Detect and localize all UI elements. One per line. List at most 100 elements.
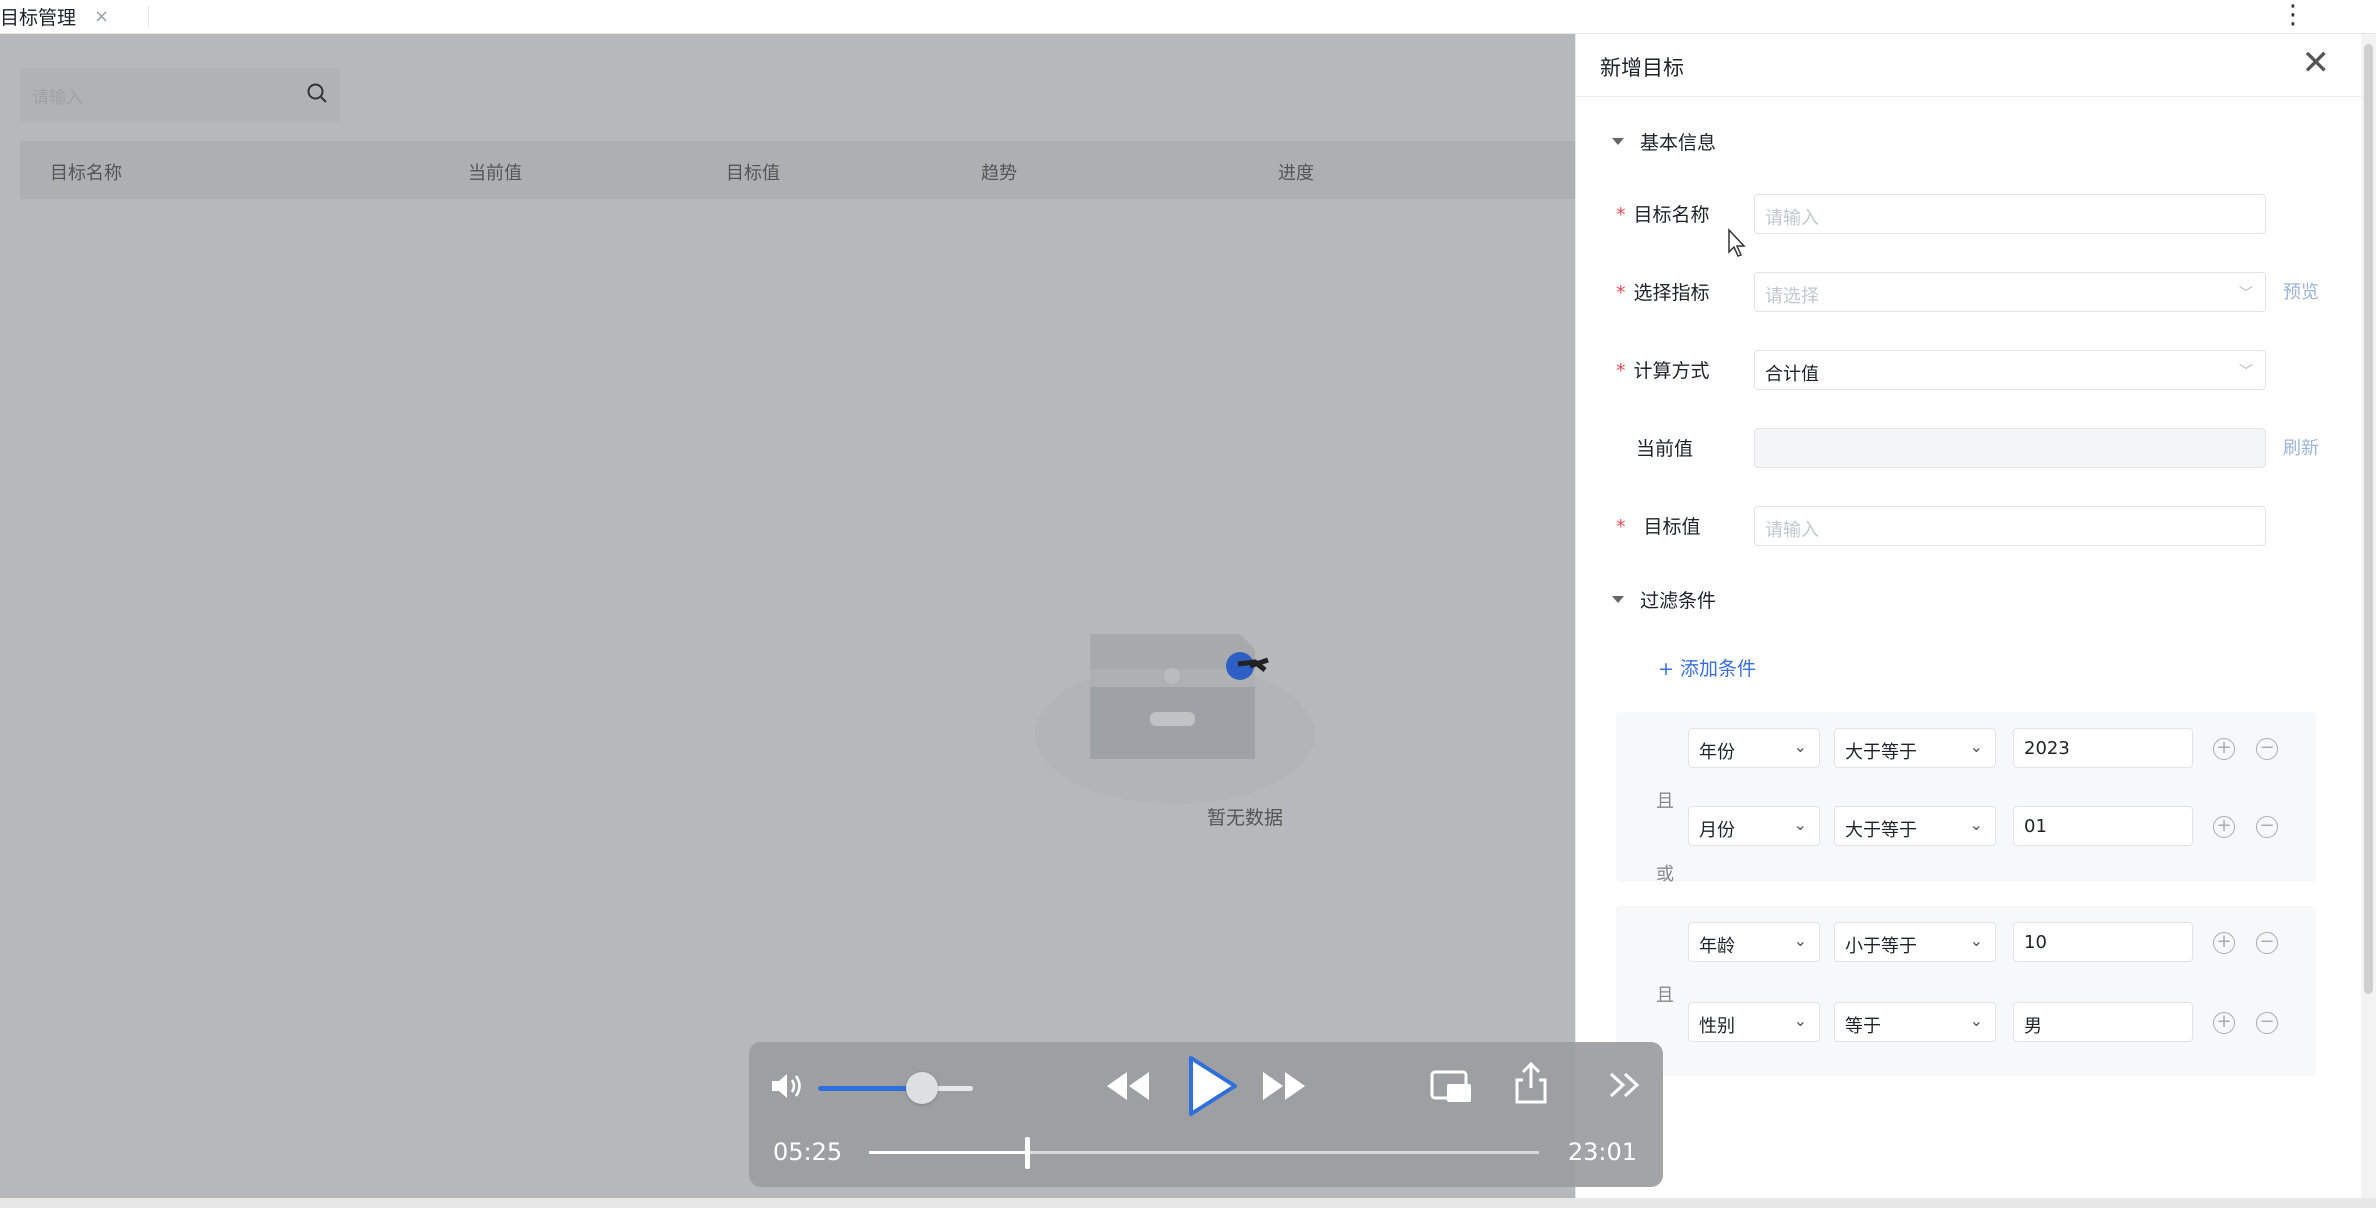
fast-forward-icon[interactable] bbox=[1259, 1068, 1309, 1104]
remove-row-icon[interactable]: − bbox=[2256, 738, 2278, 760]
calc-method-value: 合计值 bbox=[1765, 364, 1819, 385]
more-menu-icon[interactable]: ⋮ bbox=[2280, 2, 2306, 28]
chevron-down-icon: ⌄ bbox=[1969, 737, 1983, 756]
chevron-down-icon: ﹀ bbox=[2239, 286, 2253, 302]
column-header-trend: 趋势 bbox=[981, 163, 1017, 184]
current-value-label: 当前值 bbox=[1636, 438, 1694, 460]
empty-state-illustration bbox=[1035, 634, 1315, 804]
filter-field-select[interactable]: 年份 ⌄ bbox=[1688, 728, 1820, 768]
calc-method-select[interactable]: 合计值 ﹀ bbox=[1754, 350, 2266, 390]
progress-bar[interactable] bbox=[869, 1137, 1539, 1169]
total-time: 23:01 bbox=[1567, 1138, 1637, 1166]
drawer-scrollbar[interactable] bbox=[2361, 34, 2376, 1198]
tab-close-icon[interactable]: × bbox=[94, 6, 109, 27]
filter-value-input[interactable]: 10 bbox=[2013, 922, 2193, 962]
tab-goal-management[interactable]: 目标管理 × bbox=[0, 0, 109, 33]
main-content: 请输入 目标名称 当前值 目标值 趋势 进度 bbox=[0, 34, 1575, 1198]
chevron-down-icon: ⌄ bbox=[1793, 737, 1807, 756]
drawer-title: 新增目标 bbox=[1600, 56, 1684, 80]
preview-link[interactable]: 预览 bbox=[2283, 278, 2319, 304]
picture-in-picture-icon[interactable] bbox=[1429, 1066, 1475, 1106]
current-value-field bbox=[1754, 428, 2266, 468]
required-mark: * bbox=[1616, 516, 1626, 538]
chevron-down-icon: ﹀ bbox=[2239, 364, 2253, 380]
filter-operator-select[interactable]: 大于等于 ⌄ bbox=[1834, 728, 1996, 768]
column-header-progress: 进度 bbox=[1278, 163, 1314, 184]
and-connector[interactable]: 且 bbox=[1656, 787, 1674, 813]
or-connector[interactable]: 或 bbox=[1656, 860, 1674, 886]
caret-down-icon bbox=[1612, 138, 1624, 145]
filter-field-select[interactable]: 性别 ⌄ bbox=[1688, 1002, 1820, 1042]
bottom-edge bbox=[0, 1198, 2376, 1208]
goal-name-label: * 目标名称 bbox=[1616, 204, 1710, 226]
rewind-icon[interactable] bbox=[1103, 1068, 1153, 1104]
share-icon[interactable] bbox=[1513, 1060, 1549, 1106]
required-mark: * bbox=[1616, 204, 1626, 226]
filter-operator-select[interactable]: 大于等于 ⌄ bbox=[1834, 806, 1996, 846]
mouse-cursor-icon bbox=[1728, 228, 1746, 257]
filter-value-input[interactable]: 男 bbox=[2013, 1002, 2193, 1042]
add-row-icon[interactable]: + bbox=[2213, 1012, 2235, 1034]
more-controls-icon[interactable] bbox=[1607, 1070, 1643, 1100]
add-row-icon[interactable]: + bbox=[2213, 738, 2235, 760]
chevron-down-icon: ⌄ bbox=[1793, 1011, 1807, 1030]
add-condition-button[interactable]: + 添加条件 bbox=[1658, 654, 1756, 681]
play-icon[interactable] bbox=[1181, 1054, 1239, 1118]
close-icon[interactable]: ✕ bbox=[2302, 46, 2331, 80]
current-time: 05:25 bbox=[773, 1138, 843, 1166]
progress-fill bbox=[869, 1151, 1028, 1154]
remove-row-icon[interactable]: − bbox=[2256, 816, 2278, 838]
volume-slider[interactable] bbox=[818, 1072, 973, 1104]
search-placeholder: 请输入 bbox=[32, 88, 83, 108]
section-basic-info[interactable]: 基本信息 bbox=[1612, 128, 1716, 155]
filter-operator-select[interactable]: 等于 ⌄ bbox=[1834, 1002, 1996, 1042]
add-row-icon[interactable]: + bbox=[2213, 816, 2235, 838]
column-header-current: 当前值 bbox=[468, 163, 522, 184]
metric-select[interactable]: 请选择 ﹀ bbox=[1754, 272, 2266, 312]
target-value-label: * 目标值 bbox=[1616, 516, 1701, 538]
filter-value-input[interactable]: 01 bbox=[2013, 806, 2193, 846]
remove-row-icon[interactable]: − bbox=[2256, 1012, 2278, 1034]
section-filter-label: 过滤条件 bbox=[1640, 590, 1717, 612]
volume-knob[interactable] bbox=[905, 1072, 938, 1104]
goal-name-input[interactable]: 请输入 bbox=[1754, 194, 2266, 234]
search-icon[interactable] bbox=[306, 82, 328, 104]
filter-value-input[interactable]: 2023 bbox=[2013, 728, 2193, 768]
scrollbar-thumb[interactable] bbox=[2364, 44, 2373, 994]
tab-title: 目标管理 bbox=[0, 7, 77, 29]
empty-state-text: 暂无数据 bbox=[1207, 807, 1284, 829]
drawer-divider bbox=[1576, 96, 2362, 97]
filter-operator-select[interactable]: 小于等于 ⌄ bbox=[1834, 922, 1996, 962]
filter-group: 且 年份 ⌄ 大于等于 ⌄ 2023 + − 月份 ⌄ 大于等于 ⌄ 01 + − bbox=[1616, 712, 2316, 882]
chevron-down-icon: ⌄ bbox=[1969, 931, 1983, 950]
chevron-down-icon: ⌄ bbox=[1793, 815, 1807, 834]
metric-label: * 选择指标 bbox=[1616, 282, 1710, 304]
column-header-name: 目标名称 bbox=[50, 163, 122, 184]
section-basic-label: 基本信息 bbox=[1640, 132, 1717, 154]
calc-method-label: * 计算方式 bbox=[1616, 360, 1710, 382]
search-input[interactable]: 请输入 bbox=[20, 68, 340, 122]
add-goal-drawer: 新增目标 ✕ 基本信息 * 目标名称 请输入 * 选择指标 请选择 ﹀ 预览 * 计算… bbox=[1575, 34, 2362, 1198]
progress-knob[interactable] bbox=[1025, 1137, 1031, 1169]
remove-row-icon[interactable]: − bbox=[2256, 932, 2278, 954]
target-value-input[interactable]: 请输入 bbox=[1754, 506, 2266, 546]
required-mark: * bbox=[1616, 282, 1626, 304]
and-connector[interactable]: 且 bbox=[1656, 981, 1674, 1007]
add-row-icon[interactable]: + bbox=[2213, 932, 2235, 954]
section-filter[interactable]: 过滤条件 bbox=[1612, 586, 1716, 613]
tab-divider bbox=[148, 6, 149, 28]
column-header-target: 目标值 bbox=[726, 163, 780, 184]
video-player-controls: 05:25 23:01 bbox=[749, 1042, 1663, 1187]
caret-down-icon bbox=[1612, 596, 1624, 603]
filter-group: 且 年龄 ⌄ 小于等于 ⌄ 10 + − 性别 ⌄ 等于 ⌄ 男 + − bbox=[1616, 906, 2316, 1076]
volume-icon[interactable] bbox=[769, 1070, 805, 1102]
filter-field-select[interactable]: 月份 ⌄ bbox=[1688, 806, 1820, 846]
chevron-down-icon: ⌄ bbox=[1793, 931, 1807, 950]
filter-field-select[interactable]: 年龄 ⌄ bbox=[1688, 922, 1820, 962]
refresh-link[interactable]: 刷新 bbox=[2283, 434, 2319, 460]
chevron-down-icon: ⌄ bbox=[1969, 1011, 1983, 1030]
chevron-down-icon: ⌄ bbox=[1969, 815, 1983, 834]
metric-placeholder: 请选择 bbox=[1765, 286, 1819, 307]
required-mark: * bbox=[1616, 360, 1626, 382]
table-header: 目标名称 当前值 目标值 趋势 进度 bbox=[20, 141, 1575, 199]
